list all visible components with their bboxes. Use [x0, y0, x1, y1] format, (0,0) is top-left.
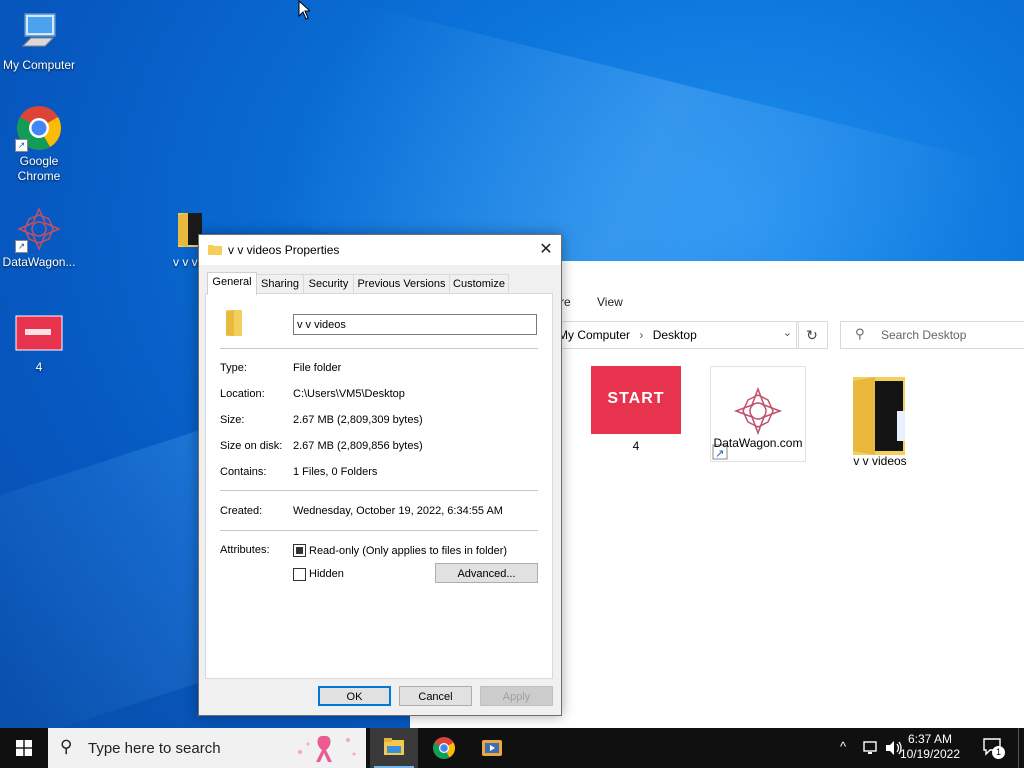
desktop-icon-my-computer[interactable]: My Computer	[0, 8, 78, 73]
desktop-icon-label: DataWagon...	[2, 255, 76, 269]
breadcrumb: My Computer › Desktop	[558, 328, 697, 342]
clock-date: 10/19/2022	[899, 747, 960, 761]
folder-icon	[845, 371, 915, 457]
network-icon[interactable]	[862, 740, 880, 756]
address-bar[interactable]: My Computer › Desktop ⌄	[549, 321, 799, 349]
taskbar-chrome[interactable]	[420, 728, 468, 768]
breadcrumb-my-computer[interactable]: My Computer	[558, 328, 630, 342]
dialog-title-bar[interactable]: v v videos Properties ✕	[199, 235, 561, 265]
close-button[interactable]: ✕	[531, 235, 561, 265]
location-label: Location:	[220, 388, 265, 400]
shortcut-arrow-icon: ↗	[15, 139, 28, 152]
chevron-up-icon[interactable]: ^	[840, 739, 846, 754]
tab-previous-versions[interactable]: Previous Versions	[353, 274, 450, 294]
contains-label: Contains:	[220, 466, 267, 478]
notification-center-button[interactable]: 1	[982, 736, 1006, 760]
close-icon: ✕	[539, 241, 553, 258]
search-icon: ⚲	[855, 326, 865, 341]
clock[interactable]: 6:37 AM 10/19/2022	[900, 732, 960, 762]
datawagon-logo-icon: ↗	[15, 205, 63, 253]
item-label: DataWagon.com	[713, 436, 803, 450]
tab-general[interactable]: General	[207, 272, 257, 295]
type-value: File folder	[293, 362, 342, 374]
taskbar: ⚲ Type here to search ^ 6:37 AM 10/19/20…	[0, 728, 1024, 768]
folder-icon	[208, 245, 222, 255]
taskbar-media-app[interactable]	[468, 728, 516, 768]
divider	[220, 530, 538, 531]
image-file-icon	[15, 310, 63, 358]
media-player-icon	[482, 740, 502, 756]
show-desktop-button[interactable]	[1018, 728, 1024, 768]
desktop-icon-label: Google Chrome	[17, 154, 61, 183]
type-label: Type:	[220, 362, 247, 374]
search-icon: ⚲	[60, 737, 73, 756]
desktop-icon-label: My Computer	[2, 58, 76, 72]
taskbar-search-placeholder: Type here to search	[88, 740, 221, 757]
divider	[220, 348, 538, 349]
attributes-label: Attributes:	[220, 544, 270, 556]
explorer-item-4[interactable]: START 4	[586, 366, 686, 453]
readonly-checkbox[interactable]	[293, 544, 306, 557]
refresh-button[interactable]: ↻	[796, 321, 828, 349]
explorer-search-box[interactable]: ⚲ Search Desktop	[840, 321, 1024, 349]
size-value: 2.67 MB (2,809,309 bytes)	[293, 414, 423, 426]
taskbar-file-explorer[interactable]	[370, 728, 418, 768]
notification-count-badge: 1	[992, 746, 1005, 759]
general-tab-panel: v v videos Type: File folder Location: C…	[205, 293, 553, 679]
chevron-down-icon[interactable]: ⌄	[783, 326, 792, 339]
explorer-item-v-v-videos[interactable]: v v videos	[830, 371, 930, 468]
tab-sharing[interactable]: Sharing	[256, 274, 304, 294]
created-label: Created:	[220, 505, 263, 517]
taskbar-search-box[interactable]: ⚲ Type here to search	[48, 728, 366, 768]
thumbnail-text: START	[607, 390, 665, 407]
explorer-item-datawagon[interactable]: ↗ DataWagon.com	[708, 366, 808, 462]
dialog-title: v v videos Properties	[228, 243, 340, 257]
chrome-icon	[433, 737, 455, 759]
ribbon-tab-view[interactable]: View	[597, 295, 623, 309]
pink-ribbon-icon	[298, 736, 356, 762]
chevron-right-icon: ›	[639, 328, 644, 342]
size-label: Size:	[220, 414, 245, 426]
apply-button[interactable]: Apply	[480, 686, 553, 706]
tab-customize[interactable]: Customize	[449, 274, 509, 294]
tab-security[interactable]: Security	[303, 274, 354, 294]
location-value: C:\Users\VM5\Desktop	[293, 388, 405, 400]
cancel-button[interactable]: Cancel	[399, 686, 472, 706]
search-placeholder: Search Desktop	[881, 328, 967, 342]
chrome-icon: ↗	[15, 104, 63, 152]
hidden-label[interactable]: Hidden	[309, 568, 344, 580]
shortcut-arrow-icon: ↗	[15, 240, 28, 253]
clock-time: 6:37 AM	[907, 732, 952, 746]
hidden-checkbox[interactable]	[293, 568, 306, 581]
desktop-icon-4[interactable]: 4	[0, 310, 78, 375]
mouse-cursor-icon	[298, 0, 310, 20]
refresh-icon: ↻	[806, 327, 818, 343]
created-value: Wednesday, October 19, 2022, 6:34:55 AM	[293, 505, 503, 517]
breadcrumb-desktop[interactable]: Desktop	[653, 328, 697, 342]
properties-dialog: v v videos Properties ✕ General Sharing …	[198, 234, 562, 716]
computer-icon	[15, 8, 63, 56]
folder-icon	[226, 310, 242, 336]
contains-value: 1 Files, 0 Folders	[293, 466, 378, 478]
advanced-button[interactable]: Advanced...	[435, 563, 538, 583]
windows-logo-icon	[16, 740, 32, 756]
size-on-disk-label: Size on disk:	[220, 440, 283, 452]
desktop-icon-label: 4	[35, 360, 43, 374]
readonly-label[interactable]: Read-only (Only applies to files in fold…	[309, 545, 507, 557]
ok-button[interactable]: OK	[318, 686, 391, 706]
desktop-icon-google-chrome[interactable]: ↗ Google Chrome	[0, 104, 78, 184]
file-explorer-icon	[384, 738, 404, 755]
start-button[interactable]	[0, 728, 48, 768]
item-label: 4	[632, 439, 640, 453]
divider	[220, 490, 538, 491]
desktop-icon-datawagon[interactable]: ↗ DataWagon...	[0, 205, 78, 270]
image-thumbnail: START	[591, 366, 681, 434]
size-on-disk-value: 2.67 MB (2,809,856 bytes)	[293, 440, 423, 452]
folder-name-input[interactable]: v v videos	[293, 314, 537, 335]
